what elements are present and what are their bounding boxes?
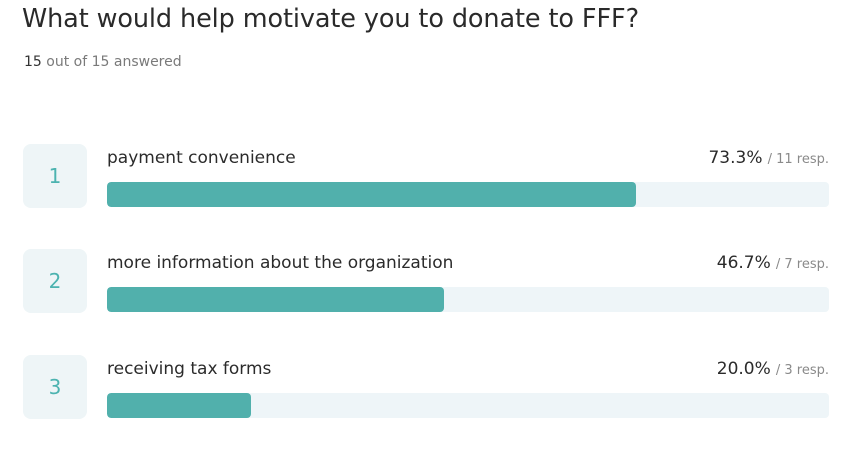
option-percent: 46.7% (716, 253, 771, 273)
results-list: 1 payment convenience 73.3% / 11 resp. 2… (0, 0, 850, 450)
option-percent: 20.0% (716, 359, 771, 379)
rank-badge: 3 (23, 355, 87, 419)
progress-track (107, 182, 829, 207)
option-stat: 73.3% / 11 resp. (708, 148, 829, 168)
option-label: more information about the organization (107, 253, 454, 273)
option-percent: 73.3% (708, 148, 763, 168)
rank-badge: 2 (23, 249, 87, 313)
option-stat: 46.7% / 7 resp. (717, 253, 829, 273)
result-row: 2 more information about the organizatio… (0, 249, 850, 319)
option-label: receiving tax forms (107, 359, 272, 379)
option-responses: / 3 resp. (775, 363, 829, 378)
progress-fill (107, 393, 252, 418)
rank-badge: 1 (23, 144, 87, 208)
result-row: 1 payment convenience 73.3% / 11 resp. (0, 144, 850, 214)
option-label: payment convenience (107, 148, 296, 168)
progress-track (107, 393, 829, 418)
progress-track (107, 287, 829, 312)
option-responses: / 7 resp. (775, 257, 829, 272)
progress-fill (107, 287, 445, 312)
option-responses: / 11 resp. (767, 152, 829, 167)
progress-fill (107, 182, 637, 207)
result-row: 3 receiving tax forms 20.0% / 3 resp. (0, 355, 850, 425)
option-stat: 20.0% / 3 resp. (717, 359, 829, 379)
